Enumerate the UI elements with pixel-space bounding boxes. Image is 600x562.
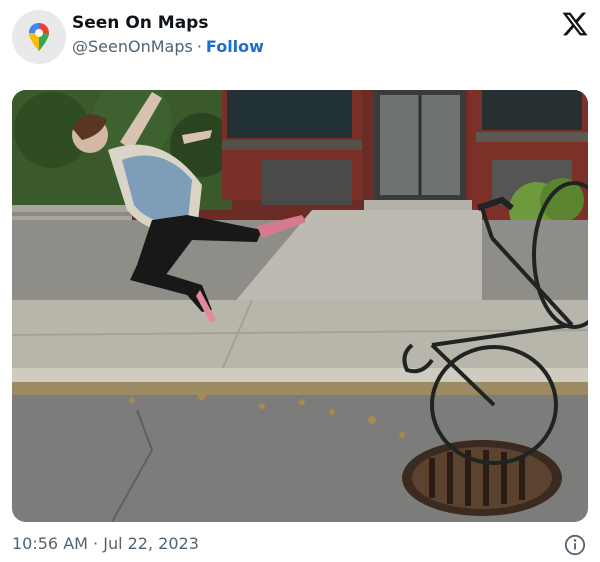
author-handle[interactable]: @SeenOnMaps [72,37,193,56]
street-scene-illustration [12,90,588,522]
handle-separator: · [196,37,202,56]
tweet-header: Seen On Maps @SeenOnMaps · Follow [0,0,600,80]
tweet-photo[interactable] [12,90,588,522]
timestamp-time: 10:56 AM [12,534,88,553]
info-icon[interactable] [564,534,586,556]
follow-button[interactable]: Follow [206,37,264,56]
google-maps-pin-icon [29,23,49,51]
tweet-timestamp[interactable]: 10:56 AM · Jul 22, 2023 [12,534,199,553]
author-name[interactable]: Seen On Maps [72,13,208,33]
x-logo-icon[interactable] [561,10,589,38]
timestamp-separator: · [93,534,99,553]
avatar[interactable] [12,10,66,64]
handle-row: @SeenOnMaps · Follow [72,37,264,56]
timestamp-date: Jul 22, 2023 [103,534,199,553]
